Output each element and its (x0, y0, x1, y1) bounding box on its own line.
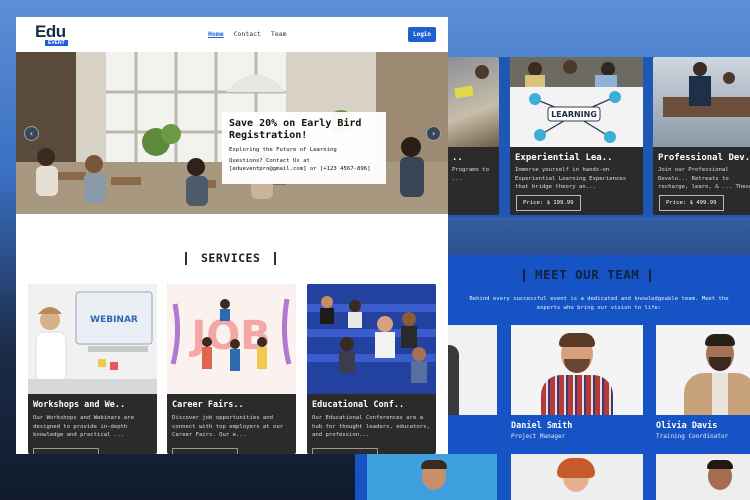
promo-title: Save 20% on Early Bird Registration! (229, 118, 362, 141)
service-desc: Discover job opportunities and connect w… (172, 415, 284, 438)
course-card[interactable]: .. Programs to ... (447, 57, 499, 215)
service-image: WEBINAR (28, 284, 157, 394)
course-title: .. (452, 153, 463, 163)
service-image: JOB (167, 284, 296, 394)
team-member-role: Project Manager (511, 433, 566, 440)
service-title: Educational Conf.. (312, 400, 405, 410)
nav-team-link[interactable]: Team (271, 30, 287, 38)
services-heading: SERVICES (171, 251, 290, 265)
job-fair-image: JOB (170, 298, 292, 371)
nav-contact-link[interactable]: Contact (234, 30, 261, 38)
team-photo (656, 454, 750, 500)
course-title: Experiential Lea.. (515, 153, 613, 163)
team-heading: MEET OUR TEAM (513, 267, 661, 282)
service-more-button[interactable] (312, 448, 378, 454)
team-photo-strip (355, 452, 750, 500)
learning-text: LEARNING (551, 110, 597, 119)
services-section: SERVICES WEBINAR Workshops and We.. Our … (16, 214, 448, 454)
service-card[interactable]: JOB Career Fairs.. Discover job opportun… (167, 284, 296, 454)
service-desc: Our Workshops and Webinars are designed … (33, 415, 135, 438)
course-desc: Join our Professional Develo... Retreats… (658, 167, 750, 190)
course-desc: Immerse yourself in hands-on Experientia… (515, 167, 627, 190)
conference-image (307, 284, 436, 394)
service-title: Career Fairs.. (172, 400, 244, 410)
team-photo (511, 325, 643, 415)
team-subtitle: Behind every successful event is a dedic… (469, 296, 729, 311)
team-member-name: Olivia Davis (656, 421, 718, 431)
courses-panel: .. Programs to ... LEARNING Experiential… (447, 57, 750, 217)
edu-event-site: Edu EVENT Home Contact Team Login ‹ › Sa… (16, 17, 448, 454)
course-image (653, 57, 750, 147)
carousel-prev-button[interactable]: ‹ (24, 126, 39, 141)
learning-diagram-icon: LEARNING (510, 57, 643, 143)
service-more-button[interactable] (33, 448, 99, 454)
chevron-left-icon: ‹ (29, 129, 34, 138)
chevron-right-icon: › (431, 129, 436, 138)
service-title: Workshops and We.. (33, 400, 126, 410)
login-button[interactable]: Login (408, 27, 436, 42)
service-more-button[interactable] (172, 448, 238, 454)
course-price[interactable]: Price: $ 199.99 (516, 195, 581, 211)
course-title: Professional Dev.. (658, 153, 750, 163)
carousel-next-button[interactable]: › (426, 126, 441, 141)
team-photo (656, 325, 750, 415)
webinar-image: WEBINAR (28, 291, 157, 394)
course-card[interactable]: LEARNING Experiential Lea.. Immerse your… (510, 57, 643, 215)
team-photo (367, 454, 497, 500)
promo-contact: Questions? Contact Us at [edueventpro@gm… (229, 158, 371, 172)
service-card[interactable]: Educational Conf.. Our Educational Confe… (307, 284, 436, 454)
logo-text: Edu (35, 22, 66, 41)
logo[interactable]: Edu EVENT (35, 22, 68, 46)
team-photo (447, 325, 497, 415)
service-card[interactable]: WEBINAR Workshops and We.. Our Workshops… (28, 284, 157, 454)
hero-carousel: ‹ › Save 20% on Early Bird Registration!… (16, 52, 448, 214)
course-card[interactable]: Professional Dev.. Join our Professional… (653, 57, 750, 215)
team-member-name: Daniel Smith (511, 421, 573, 431)
team-photo (511, 454, 643, 500)
nav-menu: Home Contact Team (208, 30, 293, 38)
course-price[interactable]: Price: $ 499.99 (659, 195, 724, 211)
course-desc: Programs to ... (452, 167, 490, 182)
service-image (307, 284, 436, 394)
nav-home-link[interactable]: Home (208, 30, 224, 38)
promo-box: Save 20% on Early Bird Registration! Exp… (222, 112, 386, 184)
webinar-text: WEBINAR (90, 315, 138, 325)
team-member-role: Training Coordinator (656, 433, 729, 440)
navbar: Edu EVENT Home Contact Team Login (16, 17, 448, 52)
service-desc: Our Educational Conferences are a hub fo… (312, 415, 430, 438)
course-image: LEARNING (510, 57, 643, 147)
logo-badge: EVENT (45, 40, 68, 46)
promo-subtitle: Exploring the Future of Learning (229, 147, 337, 153)
course-image (447, 57, 499, 147)
